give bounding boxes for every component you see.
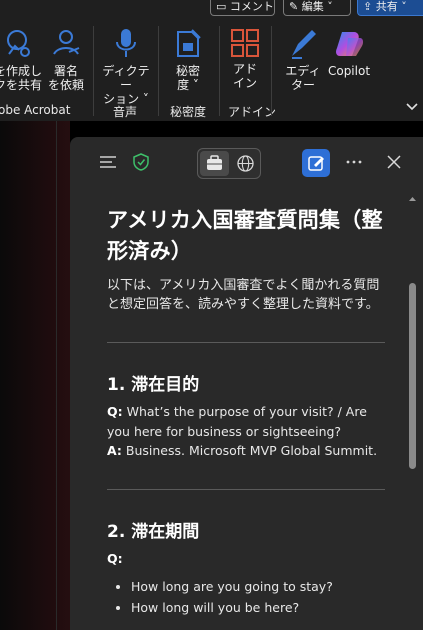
ribbon-separator — [271, 26, 272, 116]
ribbon-separator — [93, 26, 94, 116]
comment-icon: ▭ — [216, 0, 227, 13]
answer-text: Business. Microsoft MVP Global Summit. — [121, 443, 378, 458]
sensitivity-line2: 度 ˅ — [177, 78, 199, 92]
question-list: How long are you going to stay? How long… — [107, 577, 385, 617]
edit-label: 編集 — [301, 0, 324, 13]
edit-mode-button[interactable]: ✎ 編集 ˅ — [283, 0, 351, 16]
intro-paragraph: 以下は、アメリカ入国審査でよく聞かれる質問と想定回答を、読みやすく整理した資料で… — [107, 278, 380, 312]
list-item: How long will you be here? — [131, 598, 385, 618]
new-chat-icon — [308, 156, 324, 171]
addins-grid-icon — [231, 29, 259, 57]
section-heading: 2. 滞在期間 — [107, 521, 200, 542]
divider — [107, 342, 385, 343]
create-share-line2: クを共有 — [0, 78, 43, 92]
addins-button[interactable]: アド イン — [226, 28, 264, 90]
ribbon-separator — [158, 26, 159, 116]
group-label-sensitivity: 秘密度 — [170, 105, 207, 119]
ribbon-separator — [219, 26, 220, 116]
document-canvas — [0, 121, 70, 630]
copilot-label: Copilot — [327, 64, 371, 78]
list-item: How long are you going to stay? — [131, 577, 385, 597]
document-title: アメリカ入国審査質問集（整形済み） — [107, 208, 383, 263]
group-label-acrobat: obe Acrobat — [0, 103, 71, 117]
sensitivity-line1: 秘密 — [175, 64, 200, 78]
copilot-pane: アメリカ入国審査質問集（整形済み） 以下は、アメリカ入国審査でよく聞かれる質問と… — [70, 137, 423, 630]
section-heading: 1. 滞在目的 — [107, 375, 200, 395]
editor-pen-icon — [292, 30, 316, 59]
editor-line2: ター — [290, 78, 315, 92]
pane-header — [70, 137, 423, 189]
divider — [107, 488, 385, 490]
new-chat-button[interactable] — [302, 149, 330, 177]
scrollbar-thumb[interactable] — [409, 283, 416, 469]
addins-line1: アド — [232, 62, 257, 76]
close-icon[interactable] — [384, 152, 404, 172]
qa-block: Q: What’s the purpose of your visit? / A… — [107, 402, 385, 461]
sign-line1: 署名 — [53, 64, 78, 78]
editor-button[interactable]: エディ ター — [283, 28, 323, 92]
page-edge — [56, 121, 57, 630]
ribbon: ▭ コメント ✎ 編集 ˅ ⇪ 共有 ˅ を作成し クを共有 署名 を依頼 ob… — [0, 0, 423, 121]
globe-icon — [237, 155, 254, 172]
briefcase-icon — [207, 155, 222, 170]
qa-block: Q: — [107, 549, 385, 569]
web-mode-tab[interactable] — [231, 151, 260, 176]
scroll-up-arrow-icon[interactable] — [408, 195, 417, 203]
group-label-voice: 音声 — [113, 105, 138, 119]
chevron-down-icon: ˅ — [401, 0, 407, 13]
copilot-ribbon-button[interactable]: Copilot — [326, 28, 372, 78]
sign-line2: を依頼 — [47, 78, 84, 92]
comment-label: コメント — [229, 0, 274, 13]
create-share-link-button[interactable]: を作成し クを共有 — [0, 28, 42, 92]
comment-button[interactable]: ▭ コメント — [210, 0, 275, 16]
dictate-line1: ディクテー — [102, 64, 150, 92]
question-text: What’s the purpose of your visit? / Are … — [107, 404, 367, 439]
dictate-button[interactable]: ディクテー ション ˅ — [100, 28, 152, 106]
more-icon[interactable] — [344, 152, 364, 172]
sensitivity-icon — [177, 29, 201, 57]
sensitivity-button[interactable]: 秘密 度 ˅ — [168, 28, 208, 92]
chevron-down-icon: ˅ — [327, 0, 333, 13]
share-icon: ⇪ — [363, 0, 373, 13]
work-mode-tab[interactable] — [200, 151, 229, 176]
answer-label: A: — [107, 443, 122, 458]
share-button[interactable]: ⇪ 共有 ˅ — [357, 0, 423, 16]
response-content: アメリカ入国審査質問集（整形済み） 以下は、アメリカ入国審査でよく聞かれる質問と… — [107, 205, 385, 618]
pencil-icon: ✎ — [289, 0, 299, 13]
chevron-down-icon[interactable] — [404, 98, 420, 114]
menu-icon[interactable] — [98, 152, 118, 172]
share-label: 共有 — [375, 0, 398, 13]
request-signature-button[interactable]: 署名 を依頼 — [46, 28, 86, 92]
group-label-addins: アドイン — [228, 105, 277, 119]
editor-line1: エディ — [285, 64, 321, 78]
work-web-toggle[interactable] — [197, 148, 261, 179]
create-share-line1: を作成し — [0, 64, 43, 78]
acrobat-share-icon — [7, 30, 30, 57]
microphone-icon — [116, 29, 136, 57]
copilot-logo-icon — [336, 32, 364, 56]
question-label: Q: — [107, 550, 123, 566]
question-label: Q: — [107, 404, 123, 419]
signature-icon — [53, 30, 80, 55]
shield-check-icon[interactable] — [131, 152, 151, 172]
addins-line2: イン — [232, 76, 257, 90]
